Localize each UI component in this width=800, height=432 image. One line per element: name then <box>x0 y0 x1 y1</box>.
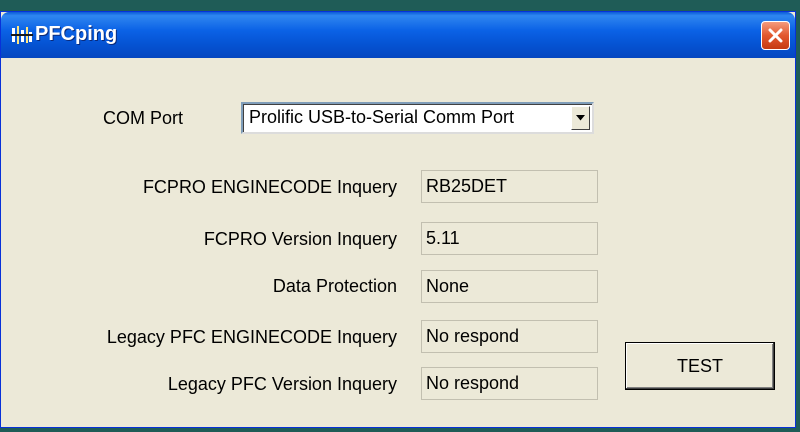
legacy-version-label: Legacy PFC Version Inquery <box>167 374 397 394</box>
legacy-enginecode-field: No respond <box>421 320 598 353</box>
close-button[interactable] <box>761 21 790 50</box>
com-port-value: Prolific USB-to-Serial Comm Port <box>249 107 515 127</box>
data-protection-field: None <box>421 270 598 303</box>
chevron-down-icon <box>576 115 585 121</box>
pfcping-window: PFCping COM Port Prolific USB-to-Serial … <box>0 11 796 428</box>
fcpro-version-label: FCPRO Version Inquery <box>203 229 397 249</box>
data-protection-label: Data Protection <box>272 276 397 296</box>
com-port-select[interactable]: Prolific USB-to-Serial Comm Port <box>241 102 594 134</box>
fcpro-enginecode-label: FCPRO ENGINECODE Inquery <box>142 177 397 197</box>
test-button[interactable]: TEST <box>625 342 775 390</box>
close-icon <box>768 28 783 43</box>
combo-dropdown-button[interactable] <box>571 106 590 130</box>
legacy-enginecode-label: Legacy PFC ENGINECODE Inquery <box>106 327 397 347</box>
title-bar[interactable]: PFCping <box>1 12 795 58</box>
fcpro-version-field: 5.11 <box>421 222 598 255</box>
com-port-label: COM Port <box>103 108 184 128</box>
window-title: PFCping <box>35 23 118 45</box>
fcpro-enginecode-field: RB25DET <box>421 170 598 203</box>
legacy-version-field: No respond <box>421 367 598 400</box>
pfc-app-icon <box>11 26 33 44</box>
